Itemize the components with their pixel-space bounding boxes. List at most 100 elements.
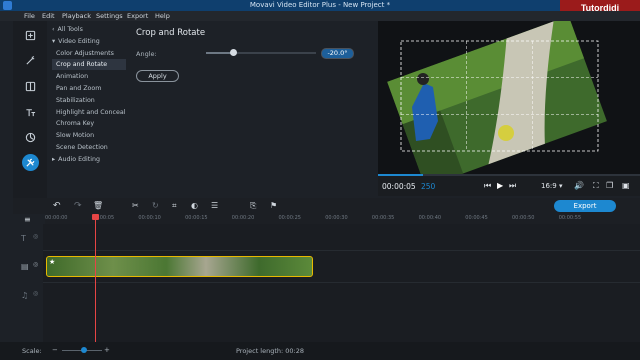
ruler-tick-label: 00:00:00 [45,215,68,221]
filters-button[interactable] [22,52,39,69]
titles-button[interactable] [22,104,39,121]
undo-icon[interactable]: ↶ [53,201,61,211]
more-tools-button[interactable] [22,154,39,171]
next-frame-icon[interactable]: ⏭ [509,181,516,191]
player-controls: 00:00:05 250 ⏮ ▶ ⏭ 16:9 ▾ 🔊 ⛶ ❐ ▣ [378,174,640,196]
video-track-icon: ▤ [21,262,29,271]
previous-frame-icon[interactable]: ⏮ [484,181,491,191]
scale-slider[interactable] [62,347,102,353]
tool-item-color-adjustments[interactable]: Color Adjustments [52,48,126,59]
record-voice-icon[interactable]: ⎘ [250,201,256,211]
timeline-tracks: T ◎ ▤ ◎ ♫ ◎ ★ [13,214,640,342]
transitions-button[interactable] [22,78,39,95]
color-adjust-icon[interactable]: ◐ [191,201,198,210]
tool-item-label: Color Adjustments [56,49,114,57]
scale-slider-handle[interactable] [81,347,87,353]
cut-icon[interactable]: ✂ [132,201,139,210]
ruler-tick-label: 00:00:10 [138,215,161,221]
volume-icon[interactable]: 🔊 [574,181,584,190]
stickers-icon [25,132,36,143]
video-preview [378,21,640,174]
tree-arrow-icon: ▸ [52,155,56,163]
menu-settings[interactable]: Settings [96,11,123,21]
timeline-toolbar: ↶ ↷ 🗑 ✂ ↻ ⌗ ◐ ☰ ⎘ ⚑ Export [13,198,640,214]
play-icon[interactable]: ▶ [497,181,503,190]
playhead[interactable] [95,214,96,342]
ruler-tick-label: 00:00:40 [418,215,442,221]
clip-star-icon: ★ [49,258,56,266]
snapshot-icon[interactable]: ▣ [622,181,630,190]
title-bar: Movavi Video Editor Plus - New Project * [0,0,640,11]
zoom-in-icon[interactable]: + [104,346,110,354]
scale-label: Scale: [22,347,42,355]
tool-item-pan-and-zoom[interactable]: Pan and Zoom [52,83,126,94]
playback-progress-fill [378,174,423,176]
redo-icon[interactable]: ↷ [74,201,82,211]
tool-strip [13,21,47,201]
playback-progress-track[interactable] [378,174,640,176]
clip-properties-icon[interactable]: ☰ [211,201,218,210]
playhead-handle[interactable] [92,214,99,220]
tool-item-label: Chroma Key [56,120,95,128]
current-time: 00:00:05 [382,182,416,191]
import-button[interactable] [22,27,39,44]
tool-item-chroma-key[interactable]: Chroma Key [52,118,126,129]
ruler-tick-label: 00:00:50 [512,215,535,221]
track-divider-2 [43,282,640,283]
zoom-out-icon[interactable]: − [52,346,58,354]
title-track-lock-icon[interactable]: ◎ [33,233,38,240]
rotate-icon[interactable]: ↻ [152,201,159,210]
tool-item-crop-and-rotate[interactable]: Crop and Rotate [52,59,126,71]
angle-value-input[interactable]: -20.0° [321,48,354,59]
tool-item-animation[interactable]: Animation [52,71,126,82]
menu-export[interactable]: Export [127,11,148,21]
tool-item-label: Audio Editing [58,155,101,163]
crop-icon[interactable]: ⌗ [172,201,177,211]
audio-track-lock-icon[interactable]: ◎ [33,290,38,297]
add-track-icon[interactable]: ≡ [24,215,31,224]
video-clip[interactable]: ★ [46,256,313,277]
ruler-tick-label: 00:00:25 [278,215,301,221]
video-track-lock-icon[interactable]: ◎ [33,261,38,268]
crop-rotate-panel: Crop and Rotate Angle: -20.0° Apply [128,21,378,201]
cursor-highlight [498,125,514,141]
audio-track-icon: ♫ [21,291,29,300]
preview-rider-helmet [417,73,429,85]
status-bar: Scale: − + Project length: 00:28 [0,342,640,360]
tool-item-label: Slow Motion [56,132,95,140]
menu-help[interactable]: Help [155,11,170,21]
apply-button[interactable]: Apply [136,70,179,82]
track-divider-1 [43,250,640,251]
tool-item-video-editing[interactable]: ▾ Video Editing [52,36,126,47]
fullscreen-icon[interactable]: ⛶ [593,181,599,191]
delete-icon[interactable]: 🗑 [93,201,103,210]
title-track-icon: T [21,234,26,243]
menu-playback[interactable]: Playback [62,11,91,21]
angle-slider-track[interactable] [206,49,316,56]
angle-label: Angle: [136,50,157,58]
tool-item-scene-detection[interactable]: Scene Detection [52,142,126,153]
undock-icon[interactable]: ❐ [606,181,613,190]
stickers-button[interactable] [22,129,39,146]
project-length: Project length: 00:28 [236,347,305,355]
tool-item-label: Stabilization [56,96,95,104]
tool-item-stabilization[interactable]: Stabilization [52,95,126,106]
tool-item-slow-motion[interactable]: Slow Motion [52,130,126,141]
tool-item-all-tools[interactable]: ‹ All Tools [52,24,126,35]
app-window: Movavi Video Editor Plus - New Project *… [0,0,640,360]
timeline-ruler[interactable]: 00:00:00 00:00:05 00:00:10 00:00:15 00:00:20… [45,214,640,224]
tool-item-label: Animation [56,73,89,81]
angle-slider-handle[interactable] [230,49,237,56]
ruler-tick-label: 00:00:45 [465,215,488,221]
ruler-tick-label: 00:00:20 [231,215,255,221]
tool-item-audio-editing[interactable]: ▸ Audio Editing [52,154,126,165]
more-tools-icon [26,158,35,167]
marker-flag-icon[interactable]: ⚑ [270,201,277,210]
tool-item-highlight-and-conceal[interactable]: Highlight and Conceal [52,107,126,118]
export-button[interactable]: Export [554,200,616,212]
track-headers [13,224,43,342]
menu-file[interactable]: File [24,11,35,21]
aspect-ratio-select[interactable]: 16:9 ▾ [541,182,562,190]
menu-edit[interactable]: Edit [42,11,55,21]
preview-canvas [387,21,607,174]
